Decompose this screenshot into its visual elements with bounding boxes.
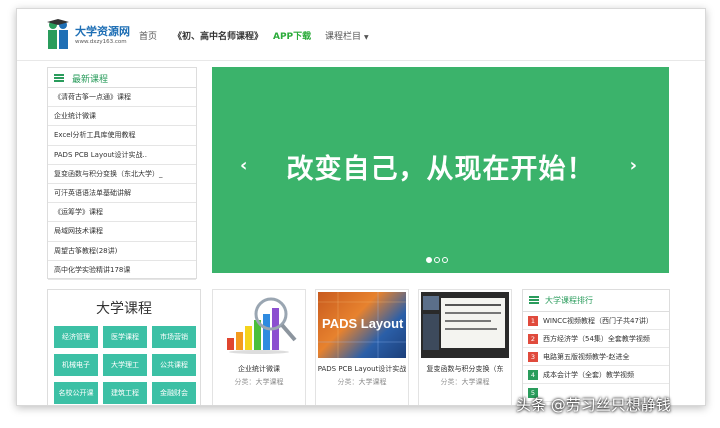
nav-courses-label: 课程栏目 [325,32,362,42]
list-item[interactable]: 《清荷古筝一点通》课程 [48,88,196,108]
logo-text: 大学资源网 [75,25,130,38]
ranking-item-text: WINCC视频教程（西门子共47讲） [543,317,653,325]
rank-badge: 2 [528,334,538,344]
course-tag[interactable]: 医学课程 [103,326,147,348]
course-tag[interactable]: 金融财会 [152,382,196,404]
carousel-dot[interactable] [442,257,448,263]
slide-screen [441,298,505,348]
rank-badge: 4 [528,370,538,380]
ranking-item[interactable]: 3 电路第五版视频教学-赵进全 [523,348,669,366]
course-tag[interactable]: 机械电子 [54,354,98,376]
site-logo[interactable]: 大学资源网 www.dxzy163.com [45,19,135,53]
carousel-dot[interactable] [434,257,440,263]
course-ranking-panel: 大学课程排行 1 WINCC视频教程（西门子共47讲） 2 西方经济学（54集）… [522,289,670,405]
nav-course-columns[interactable]: 课程栏目 ▼ [325,29,369,42]
nav-app-download[interactable]: APP下载 [273,29,311,42]
hero-carousel[interactable]: ‹ 改变自己，从现在开始！ › [212,67,669,273]
course-card-title: PADS PCB Layout设计实战 [317,365,407,373]
course-card-category: 分类：大学课程 [316,377,408,387]
rank-badge: 1 [528,316,538,326]
graduate-logo-icon [47,19,69,49]
university-courses-title: 大学课程 [96,301,152,317]
latest-courses-title: 最新课程 [72,75,109,85]
carousel-next-icon[interactable]: › [630,155,637,176]
course-card-title: 复变函数与积分变换（东 [426,365,504,373]
course-tag[interactable]: 经济管理 [54,326,98,348]
list-icon [54,74,64,82]
ranking-item[interactable]: 2 西方经济学（54集）全套教学视频 [523,330,669,348]
course-card-category: 分类：大学课程 [213,377,305,387]
browser-page: 大学资源网 www.dxzy163.com 首页 《初、高中名师课程》 APP下… [16,8,706,406]
category-value: 大学课程 [461,378,490,386]
list-item[interactable]: PADS PCB Layout设计实战.. [48,146,196,165]
ranking-item[interactable]: 1 WINCC视频教程（西门子共47讲） [523,312,669,330]
course-tag[interactable]: 大学理工 [103,354,147,376]
carousel-indicators [426,248,450,267]
university-courses-panel: 大学课程 经济管理 医学课程 市场营销 机械电子 大学理工 公共课程 名校公开课… [47,289,201,405]
caret-down-icon: ▼ [364,34,369,41]
pads-layout-thumbnail: PADS Layout [318,292,406,358]
course-tag[interactable]: 市场营销 [152,326,196,348]
bar-chart-magnifier-thumbnail [215,292,303,358]
list-item[interactable]: 复变函数与积分变换（东北大学）_ [48,165,196,184]
logo-url: www.dxzy163.com [75,39,127,45]
list-item[interactable]: 《运筹学》课程 [48,203,196,223]
sidebar-thumbs-icon [423,314,439,350]
category-label: 分类： [337,378,359,386]
course-card-title: 企业统计微课 [238,365,280,373]
course-card[interactable]: 复变函数与积分变换（东 分类：大学课程 [418,289,512,405]
latest-courses-header: 最新课程 [48,68,196,88]
carousel-dot[interactable] [426,257,432,263]
lecturer-video-icon [423,296,439,310]
site-header: 大学资源网 www.dxzy163.com 首页 《初、高中名师课程》 APP下… [17,9,705,61]
course-card-category: 分类：大学课程 [419,377,511,387]
list-item[interactable]: 周望古筝教程(28讲) [48,242,196,261]
category-value: 大学课程 [255,378,284,386]
course-tag[interactable]: 建筑工程 [103,382,147,404]
ranking-header: 大学课程排行 [523,290,669,312]
nav-home[interactable]: 首页 [139,29,157,42]
carousel-slogan: 改变自己，从现在开始！ [286,154,595,185]
video-lecture-thumbnail [421,292,509,358]
course-tag[interactable]: 公共课程 [152,354,196,376]
ranking-item-text: 西方经济学（54集）全套教学视频 [543,335,650,343]
list-item[interactable]: 企业统计微课 [48,107,196,127]
ranking-item-text: 电路第五版视频教学-赵进全 [543,353,630,361]
latest-courses-panel: 最新课程 《清荷古筝一点通》课程 企业统计微课 Excel分析工具库使用教程 P… [47,67,197,280]
course-card[interactable]: PADS Layout PADS PCB Layout设计实战 分类：大学课程 [315,289,409,405]
category-label: 分类： [234,378,256,386]
ranking-item[interactable]: 4 成本会计学（全套）教学视频 [523,366,669,384]
category-value: 大学课程 [358,378,387,386]
ranking-title: 大学课程排行 [545,296,593,305]
watermark-text: 头条 @劳习丝只想静钱 [516,396,671,414]
course-card[interactable]: 企业统计微课 分类：大学课程 [212,289,306,405]
nav-teachers[interactable]: 《初、高中名师课程》 [173,29,263,42]
list-item[interactable]: 可汗英语语法单基础讲解 [48,184,196,204]
thumbnail-caption: PADS Layout [322,316,404,331]
list-item[interactable]: Excel分析工具库使用教程 [48,126,196,146]
course-tag[interactable]: 名校公开课 [54,382,98,404]
ranking-item-text: 成本会计学（全套）教学视频 [543,371,634,379]
list-item[interactable]: 高中化学实验精讲178课 [48,261,196,280]
list-icon [529,296,539,304]
category-label: 分类： [440,378,462,386]
rank-badge: 3 [528,352,538,362]
list-item[interactable]: 局域网技术课程 [48,222,196,242]
